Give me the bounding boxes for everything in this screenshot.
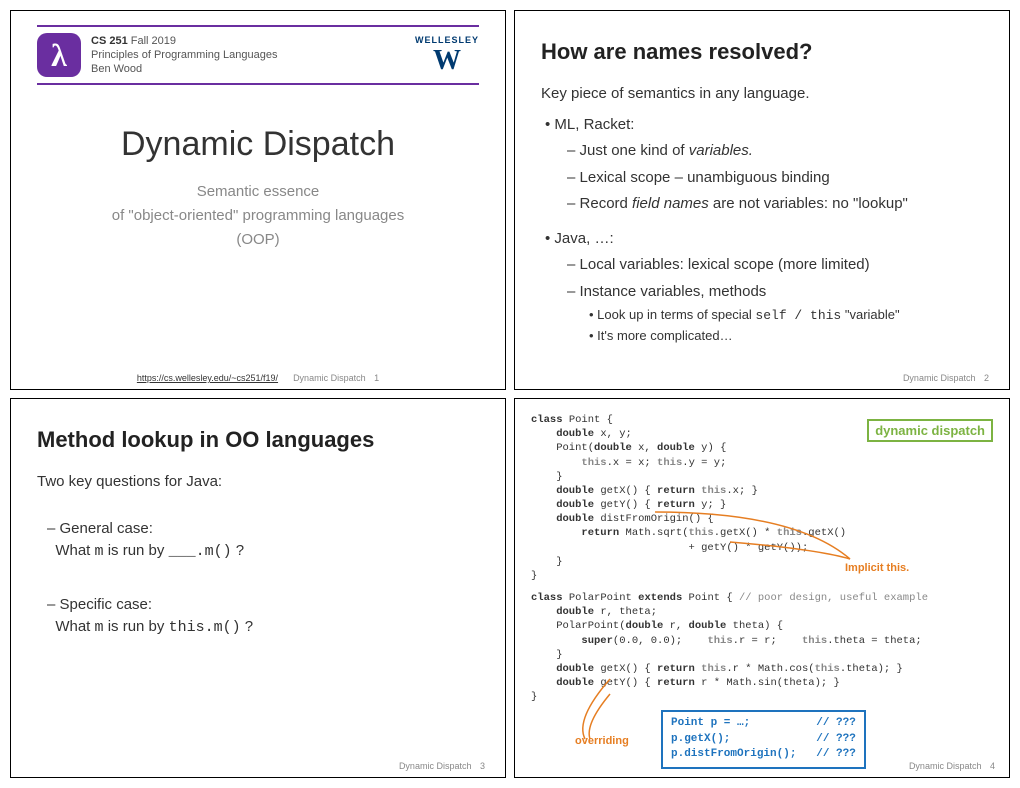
dynamic-dispatch-badge: dynamic dispatch: [867, 419, 993, 442]
subtitle-1: Semantic essence: [37, 180, 479, 204]
java-s1: Look up in terms of special self / this …: [589, 305, 983, 326]
intro: Key piece of semantics in any language.: [541, 83, 983, 106]
java-d1: Local variables: lexical scope (more lim…: [567, 254, 983, 277]
overriding-callout: overriding: [575, 735, 629, 747]
page-number: 4: [990, 761, 995, 771]
wellesley-logo: WELLESLEY W: [415, 35, 479, 75]
implicit-this-callout: Implicit this.: [845, 562, 909, 574]
bullet-ml: ML, Racket: Just one kind of variables. …: [545, 114, 983, 216]
slide-title: How are names resolved?: [541, 39, 983, 65]
course-title: Principles of Programming Languages: [91, 48, 415, 62]
lambda-icon: λ: [37, 33, 81, 77]
general-case: General case: What m is run by ___.m() ?: [47, 518, 479, 564]
bullet-java: Java, …: Local variables: lexical scope …: [545, 228, 983, 346]
page-number: 3: [480, 761, 485, 771]
ml-d2: Lexical scope – unambiguous binding: [567, 167, 983, 190]
slide-2: How are names resolved? Key piece of sem…: [514, 10, 1010, 390]
slide-1: λ CS 251 Fall 2019 Principles of Program…: [10, 10, 506, 390]
slide-title: Method lookup in OO languages: [37, 427, 479, 453]
course-info: CS 251 Fall 2019 Principles of Programmi…: [91, 34, 415, 77]
java-s2: It's more complicated…: [589, 326, 983, 346]
footer: https://cs.wellesley.edu/~cs251/f19/ Dyn…: [11, 373, 505, 383]
footer-label: Dynamic Dispatch: [909, 761, 982, 771]
header-bar: λ CS 251 Fall 2019 Principles of Program…: [37, 25, 479, 85]
course-url[interactable]: https://cs.wellesley.edu/~cs251/f19/: [137, 373, 278, 383]
code-polarpoint: class PolarPoint extends Point { // poor…: [531, 591, 997, 704]
footer: Dynamic Dispatch 3: [11, 761, 485, 771]
slide-title: Dynamic Dispatch: [37, 125, 479, 164]
ml-d3: Record field names are not variables: no…: [567, 193, 983, 216]
intro: Two key questions for Java:: [37, 471, 479, 494]
footer-label: Dynamic Dispatch: [399, 761, 472, 771]
term: Fall 2019: [128, 35, 176, 47]
page-number: 2: [984, 373, 989, 383]
logo-text: WELLESLEY: [415, 35, 479, 45]
footer: Dynamic Dispatch 4: [515, 761, 995, 771]
usage-code-box: Point p = …; // ??? p.getX(); // ??? p.d…: [661, 710, 866, 768]
subtitle-3: (OOP): [37, 228, 479, 252]
subtitle-2: of "object-oriented" programming languag…: [37, 204, 479, 228]
footer: Dynamic Dispatch 2: [515, 373, 989, 383]
ml-d1: Just one kind of variables.: [567, 140, 983, 163]
specific-case: Specific case: What m is run by this.m()…: [47, 594, 479, 640]
course-code: CS 251: [91, 35, 128, 47]
java-d2: Instance variables, methods Look up in t…: [567, 281, 983, 346]
page-number: 1: [374, 373, 379, 383]
slide-4: dynamic dispatch class Point { double x,…: [514, 398, 1010, 778]
slide-3: Method lookup in OO languages Two key qu…: [10, 398, 506, 778]
footer-label: Dynamic Dispatch: [903, 373, 976, 383]
instructor: Ben Wood: [91, 62, 415, 76]
logo-w: W: [433, 47, 461, 75]
footer-label: Dynamic Dispatch: [293, 373, 366, 383]
